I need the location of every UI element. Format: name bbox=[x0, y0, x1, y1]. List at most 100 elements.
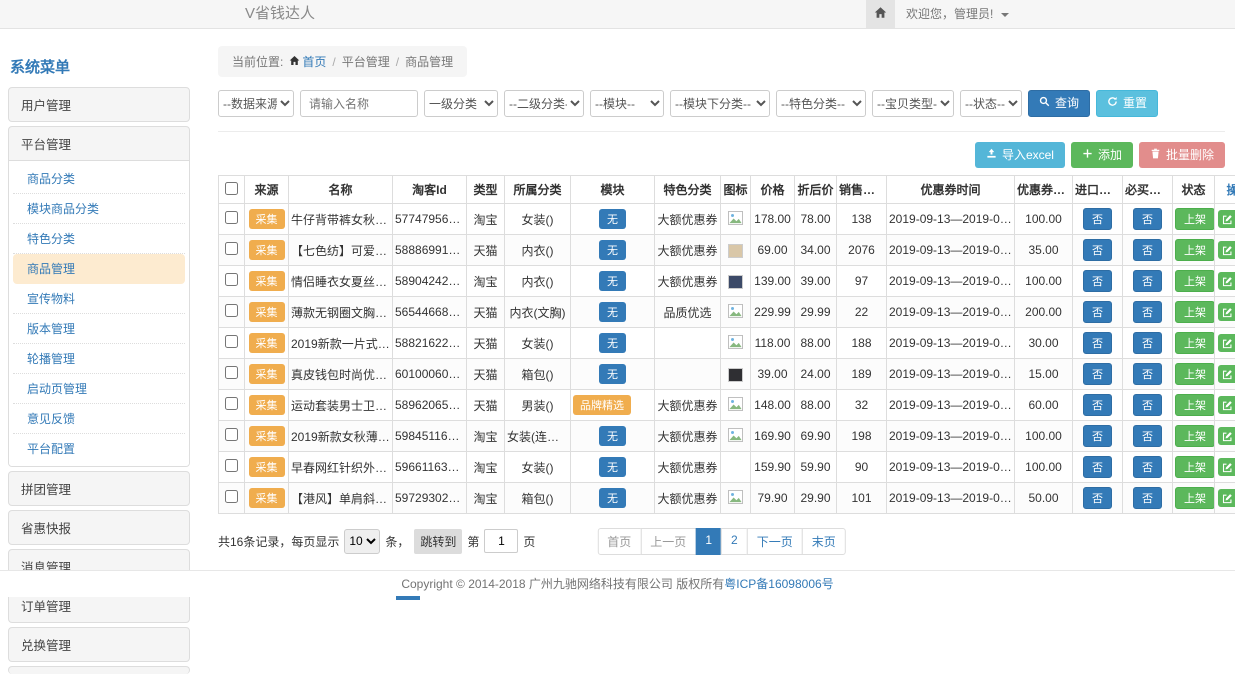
edit-button[interactable] bbox=[1218, 396, 1235, 414]
sidebar-item-轮播管理[interactable]: 轮播管理 bbox=[13, 344, 185, 374]
reset-button[interactable]: 重置 bbox=[1096, 90, 1158, 116]
filter-select-4[interactable]: --模块下分类-- bbox=[670, 90, 770, 117]
import-opt-toggle[interactable]: 否 bbox=[1083, 208, 1112, 230]
breadcrumb-home-link[interactable]: 首页 bbox=[302, 55, 326, 69]
source-badge[interactable]: 采集 bbox=[249, 240, 285, 260]
source-badge[interactable]: 采集 bbox=[249, 395, 285, 415]
sidebar-section-3[interactable]: 省惠快报 bbox=[9, 511, 189, 544]
icp-link[interactable]: 粤ICP备16098006号 bbox=[724, 577, 833, 591]
import-opt-toggle[interactable]: 否 bbox=[1083, 487, 1112, 509]
sidebar-section-7[interactable]: 统计管理 bbox=[9, 667, 189, 674]
filter-select-7[interactable]: --状态-- bbox=[960, 90, 1022, 117]
source-badge[interactable]: 采集 bbox=[249, 209, 285, 229]
user-menu[interactable]: 欢迎您，管理员! bbox=[906, 0, 1009, 28]
source-badge[interactable]: 采集 bbox=[249, 457, 285, 477]
select-all-checkbox[interactable] bbox=[225, 182, 238, 195]
sidebar-section-0[interactable]: 用户管理 bbox=[9, 88, 189, 121]
must-buy-toggle[interactable]: 否 bbox=[1133, 363, 1162, 385]
module-badge[interactable]: 品牌精选 bbox=[573, 395, 631, 415]
status-badge[interactable]: 上架 bbox=[1175, 456, 1215, 478]
source-badge[interactable]: 采集 bbox=[249, 271, 285, 291]
sidebar-item-特色分类[interactable]: 特色分类 bbox=[13, 224, 185, 254]
filter-select-0[interactable]: --数据来源-- bbox=[218, 90, 294, 117]
page-button-1[interactable]: 1 bbox=[695, 528, 722, 555]
row-checkbox[interactable] bbox=[225, 428, 238, 441]
status-badge[interactable]: 上架 bbox=[1175, 239, 1215, 261]
page-button-上一页[interactable]: 上一页 bbox=[640, 528, 696, 555]
batch-delete-button[interactable]: 批量删除 bbox=[1139, 142, 1225, 168]
must-buy-toggle[interactable]: 否 bbox=[1133, 456, 1162, 478]
edit-button[interactable] bbox=[1218, 241, 1235, 259]
must-buy-toggle[interactable]: 否 bbox=[1133, 270, 1162, 292]
source-badge[interactable]: 采集 bbox=[249, 488, 285, 508]
edit-button[interactable] bbox=[1218, 303, 1235, 321]
import-opt-toggle[interactable]: 否 bbox=[1083, 394, 1112, 416]
filter-select-1[interactable]: 一级分类 bbox=[424, 90, 498, 117]
sidebar-item-启动页管理[interactable]: 启动页管理 bbox=[13, 374, 185, 404]
module-none-badge[interactable]: 无 bbox=[599, 240, 626, 260]
source-badge[interactable]: 采集 bbox=[249, 426, 285, 446]
import-opt-toggle[interactable]: 否 bbox=[1083, 332, 1112, 354]
row-checkbox[interactable] bbox=[225, 242, 238, 255]
query-button[interactable]: 查询 bbox=[1028, 90, 1090, 116]
row-checkbox[interactable] bbox=[225, 397, 238, 410]
source-badge[interactable]: 采集 bbox=[249, 302, 285, 322]
must-buy-toggle[interactable]: 否 bbox=[1133, 208, 1162, 230]
page-button-下一页[interactable]: 下一页 bbox=[747, 528, 803, 555]
must-buy-toggle[interactable]: 否 bbox=[1133, 394, 1162, 416]
edit-button[interactable] bbox=[1218, 427, 1235, 445]
status-badge[interactable]: 上架 bbox=[1175, 208, 1215, 230]
filter-select-6[interactable]: --宝贝类型-- bbox=[872, 90, 954, 117]
page-button-2[interactable]: 2 bbox=[721, 528, 748, 555]
sidebar-section-2[interactable]: 拼团管理 bbox=[9, 472, 189, 505]
status-badge[interactable]: 上架 bbox=[1175, 332, 1215, 354]
row-checkbox[interactable] bbox=[225, 273, 238, 286]
filter-select-2[interactable]: --二级分类-- bbox=[504, 90, 584, 117]
import-opt-toggle[interactable]: 否 bbox=[1083, 239, 1112, 261]
sidebar-item-商品管理[interactable]: 商品管理 bbox=[13, 254, 185, 284]
import-opt-toggle[interactable]: 否 bbox=[1083, 363, 1112, 385]
must-buy-toggle[interactable]: 否 bbox=[1133, 332, 1162, 354]
jump-button[interactable]: 跳转到 bbox=[414, 529, 462, 554]
home-nav-button[interactable] bbox=[866, 0, 895, 28]
edit-button[interactable] bbox=[1218, 365, 1235, 383]
jump-page-input[interactable] bbox=[484, 529, 518, 553]
module-none-badge[interactable]: 无 bbox=[599, 457, 626, 477]
sidebar-section-1[interactable]: 平台管理 bbox=[9, 127, 189, 160]
module-none-badge[interactable]: 无 bbox=[599, 364, 626, 384]
import-excel-button[interactable]: 导入excel bbox=[975, 142, 1065, 168]
status-badge[interactable]: 上架 bbox=[1175, 363, 1215, 385]
sidebar-item-模块商品分类[interactable]: 模块商品分类 bbox=[13, 194, 185, 224]
sidebar-item-版本管理[interactable]: 版本管理 bbox=[13, 314, 185, 344]
filter-select-3[interactable]: --模块-- bbox=[590, 90, 664, 117]
row-checkbox[interactable] bbox=[225, 211, 238, 224]
row-checkbox[interactable] bbox=[225, 335, 238, 348]
filter-select-5[interactable]: --特色分类-- bbox=[776, 90, 866, 117]
source-badge[interactable]: 采集 bbox=[249, 364, 285, 384]
module-none-badge[interactable]: 无 bbox=[599, 302, 626, 322]
sidebar-item-宣传物料[interactable]: 宣传物料 bbox=[13, 284, 185, 314]
status-badge[interactable]: 上架 bbox=[1175, 425, 1215, 447]
page-button-首页[interactable]: 首页 bbox=[597, 528, 641, 555]
import-opt-toggle[interactable]: 否 bbox=[1083, 425, 1112, 447]
import-opt-toggle[interactable]: 否 bbox=[1083, 270, 1112, 292]
sidebar-section-6[interactable]: 兑换管理 bbox=[9, 628, 189, 661]
module-none-badge[interactable]: 无 bbox=[599, 333, 626, 353]
import-opt-toggle[interactable]: 否 bbox=[1083, 301, 1112, 323]
module-none-badge[interactable]: 无 bbox=[599, 209, 626, 229]
module-none-badge[interactable]: 无 bbox=[599, 271, 626, 291]
status-badge[interactable]: 上架 bbox=[1175, 270, 1215, 292]
must-buy-toggle[interactable]: 否 bbox=[1133, 487, 1162, 509]
sidebar-item-商品分类[interactable]: 商品分类 bbox=[13, 164, 185, 194]
edit-button[interactable] bbox=[1218, 334, 1235, 352]
module-none-badge[interactable]: 无 bbox=[599, 426, 626, 446]
name-search-input[interactable] bbox=[300, 90, 418, 117]
row-checkbox[interactable] bbox=[225, 304, 238, 317]
module-none-badge[interactable]: 无 bbox=[599, 488, 626, 508]
row-checkbox[interactable] bbox=[225, 366, 238, 379]
row-checkbox[interactable] bbox=[225, 459, 238, 472]
status-badge[interactable]: 上架 bbox=[1175, 394, 1215, 416]
must-buy-toggle[interactable]: 否 bbox=[1133, 239, 1162, 261]
import-opt-toggle[interactable]: 否 bbox=[1083, 456, 1112, 478]
add-button[interactable]: 添加 bbox=[1071, 142, 1133, 168]
